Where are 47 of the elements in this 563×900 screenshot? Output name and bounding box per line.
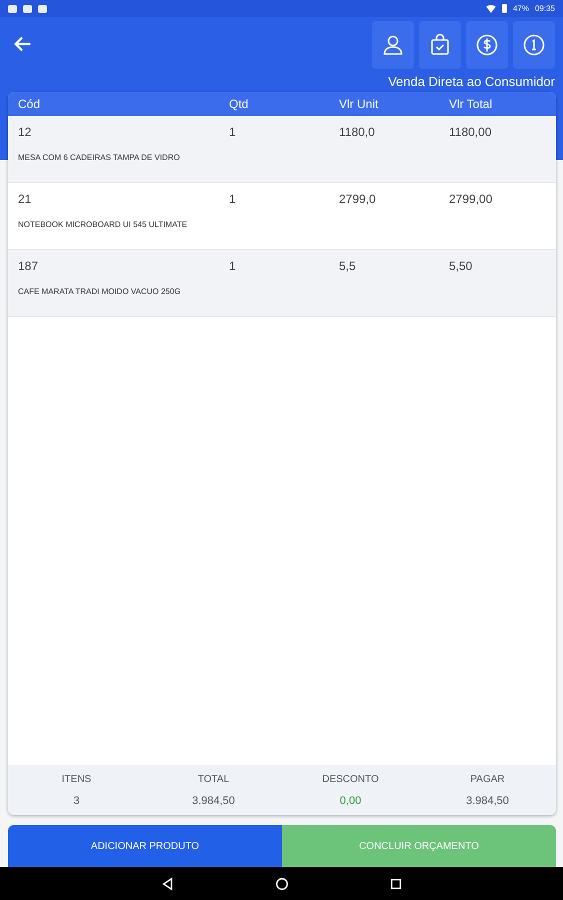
info-icon: [522, 33, 546, 57]
total-price: 5,50: [449, 259, 474, 273]
item-row[interactable]: 187 1 5,5 5,50 CAFE MARATA TRADI MOIDO VACUO 250G: [8, 250, 556, 317]
quantity: 1: [229, 259, 237, 273]
summary-label: DESCONTO: [322, 774, 379, 784]
product-description: MESA COM 6 CADEIRAS TAMPA DE VIDRO: [18, 153, 181, 162]
product-description: NOTEBOOK MICROBOARD UI 545 ULTIMATE: [18, 220, 188, 229]
sale-type-title: Venda Direta ao Consumidor: [387, 73, 555, 91]
quantity: 1: [229, 125, 237, 139]
unit-price: 1180,0: [339, 125, 376, 139]
shopping-bag-icon: [428, 33, 452, 57]
summary-value: 3.984,50: [192, 794, 235, 806]
home-icon[interactable]: [274, 876, 288, 890]
person-icon: [381, 33, 405, 57]
total-price: 2799,00: [449, 192, 494, 206]
back-icon[interactable]: [160, 876, 174, 890]
item-row[interactable]: 21 1 2799,0 2799,00 NOTEBOOK MICROBOARD UI 545 ULTIMATE: [8, 183, 556, 250]
column-header: Cód: [18, 97, 42, 111]
column-header: Qtd: [229, 97, 250, 111]
summary-label: ITENS: [62, 774, 92, 784]
summary-value: 3: [73, 794, 80, 806]
dollar-coin-icon: [475, 33, 499, 57]
battery-percent: 47%: [512, 4, 529, 13]
shopping-bag-button[interactable]: [419, 21, 461, 69]
summary-value: 3.984,50: [466, 794, 509, 806]
product-code: 12: [18, 125, 32, 139]
clock: 09:35: [534, 4, 555, 13]
add-product-button[interactable]: ADICIONAR PRODUTO: [8, 825, 282, 867]
summary-label: PAGAR: [470, 774, 505, 784]
info-button[interactable]: [513, 21, 555, 69]
summary-label: TOTAL: [198, 774, 230, 784]
product-code: 21: [18, 192, 32, 206]
wifi-icon: [486, 4, 496, 12]
unit-price: 5,5: [339, 259, 357, 273]
column-header: Vlr Unit: [339, 97, 380, 111]
item-row[interactable]: 12 1 1180,0 1180,00 MESA COM 6 CADEIRAS TAMPA DE VIDRO: [8, 116, 556, 183]
column-header: Vlr Total: [449, 97, 494, 111]
product-description: CAFE MARATA TRADI MOIDO VACUO 250G: [18, 287, 182, 296]
customer-button[interactable]: [372, 21, 414, 69]
unit-price: 2799,0: [339, 192, 377, 206]
summary-value: 0,00: [340, 794, 362, 806]
payment-button[interactable]: [466, 21, 508, 69]
quantity: 1: [229, 192, 237, 206]
recents-icon[interactable]: [388, 876, 402, 890]
product-code: 187: [18, 259, 40, 273]
total-price: 1180,00: [449, 125, 492, 139]
battery-icon: [502, 4, 507, 13]
